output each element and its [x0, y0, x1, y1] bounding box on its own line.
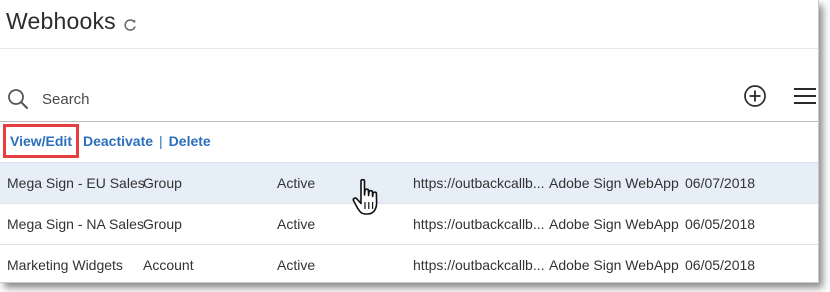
webhook-status: Active	[277, 175, 316, 191]
table-row[interactable]: Mega Sign - NA Sales Group Active https:…	[0, 204, 818, 245]
page-title: Webhooks	[6, 8, 116, 34]
action-bar: View/Edit Deactivate | Delete	[3, 124, 211, 158]
webhook-scope: Group	[143, 175, 182, 191]
search-input[interactable]	[38, 88, 346, 110]
hand-pointer-cursor-icon	[352, 178, 378, 215]
webhook-status: Active	[277, 257, 316, 273]
deactivate-link[interactable]: Deactivate	[83, 133, 153, 149]
webhook-name: Mega Sign - NA Sales	[7, 216, 144, 232]
webhook-url: https://outbackcallb...	[413, 175, 545, 191]
webhook-date: 06/05/2018	[685, 216, 756, 232]
view-edit-link[interactable]: View/Edit	[3, 124, 79, 158]
webhook-url: https://outbackcallb...	[413, 216, 545, 232]
title-row: Webhooks	[6, 8, 138, 35]
add-circle-icon[interactable]	[743, 84, 767, 108]
search-underline	[0, 121, 818, 122]
table-row[interactable]: Marketing Widgets Account Active https:/…	[0, 245, 818, 282]
webhook-name: Mega Sign - EU Sales	[7, 175, 145, 191]
webhook-application: Adobe Sign WebApp	[549, 175, 679, 191]
webhook-url: https://outbackcallb...	[413, 257, 545, 273]
webhook-date: 06/07/2018	[685, 175, 756, 191]
webhook-application: Adobe Sign WebApp	[549, 257, 679, 273]
webhooks-table: Mega Sign - EU Sales Group Active https:…	[0, 162, 818, 282]
webhook-name: Marketing Widgets	[7, 257, 123, 273]
webhook-scope: Group	[143, 216, 182, 232]
webhook-scope: Account	[143, 257, 194, 273]
action-separator: |	[159, 133, 163, 149]
delete-link[interactable]: Delete	[169, 133, 211, 149]
webhook-status: Active	[277, 216, 316, 232]
webhook-date: 06/05/2018	[685, 257, 756, 273]
webhook-application: Adobe Sign WebApp	[549, 216, 679, 232]
search-icon[interactable]	[7, 88, 29, 110]
webhooks-panel: Webhooks View/Edit Deactivate | Delete	[0, 0, 819, 283]
search-bar	[0, 80, 818, 120]
table-row[interactable]: Mega Sign - EU Sales Group Active https:…	[0, 162, 818, 204]
hamburger-menu-icon[interactable]	[794, 86, 816, 106]
refresh-icon[interactable]	[122, 17, 138, 33]
header-divider	[0, 48, 818, 49]
